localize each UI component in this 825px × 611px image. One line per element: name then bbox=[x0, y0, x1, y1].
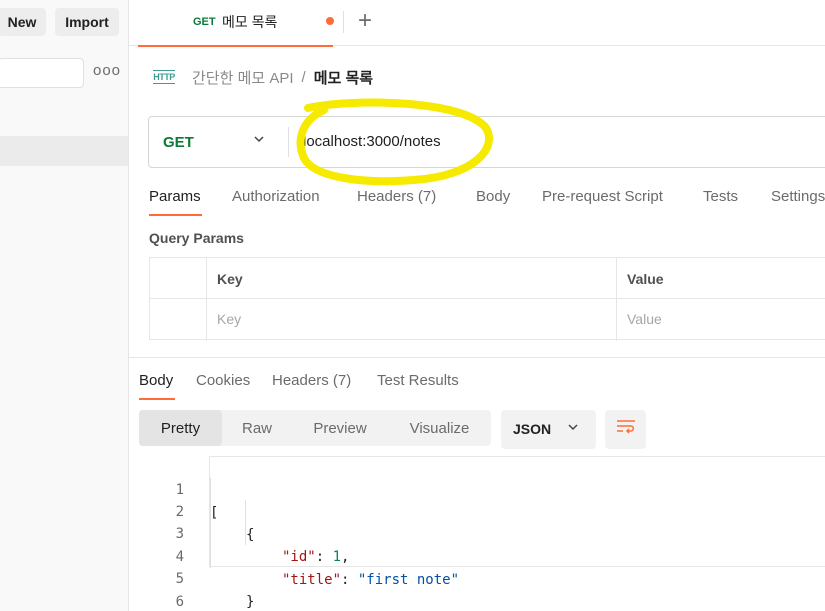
tab-tests[interactable]: Tests bbox=[703, 188, 738, 205]
chevron-down-icon bbox=[567, 421, 579, 436]
param-key-input[interactable]: Key bbox=[217, 311, 241, 327]
sidebar-selected-item[interactable] bbox=[0, 136, 128, 166]
view-mode-bar: Pretty Raw Preview Visualize bbox=[139, 410, 491, 446]
request-tab[interactable]: GET 메모 목록 bbox=[138, 0, 333, 47]
tab-params[interactable]: Params bbox=[149, 188, 201, 205]
breadcrumb-separator: / bbox=[301, 68, 306, 86]
tab-divider bbox=[343, 11, 344, 33]
code-line: 3 "id": 1, bbox=[160, 500, 350, 565]
more-options-icon[interactable]: ooo bbox=[93, 62, 121, 79]
query-params-title: Query Params bbox=[149, 230, 244, 246]
column-header-key: Key bbox=[217, 271, 243, 287]
format-label: JSON bbox=[513, 421, 552, 437]
new-button[interactable]: New bbox=[0, 8, 46, 36]
json-key: "title" bbox=[282, 572, 342, 588]
table-row: Key Value bbox=[150, 299, 825, 340]
code-text: [ bbox=[210, 505, 219, 521]
view-raw-button[interactable]: Raw bbox=[227, 410, 287, 446]
wrap-lines-icon bbox=[616, 419, 636, 440]
response-divider[interactable] bbox=[129, 357, 825, 358]
response-tab-headers[interactable]: Headers (7) bbox=[272, 372, 351, 389]
response-tab-test-results[interactable]: Test Results bbox=[377, 372, 459, 389]
add-tab-icon[interactable]: + bbox=[358, 7, 372, 35]
http-icon: HTTP bbox=[153, 70, 175, 84]
tab-headers[interactable]: Headers (7) bbox=[357, 188, 436, 205]
method-select[interactable]: GET bbox=[163, 134, 194, 151]
chevron-down-icon[interactable] bbox=[253, 133, 265, 148]
json-comma: , bbox=[341, 549, 350, 565]
code-line: 1 [ bbox=[160, 456, 219, 521]
code-text: } bbox=[246, 594, 255, 610]
line-number: 6 bbox=[175, 594, 184, 610]
breadcrumb-request-name[interactable]: 메모 목록 bbox=[314, 67, 373, 88]
wrap-lines-button[interactable] bbox=[605, 410, 646, 449]
json-value: "first note" bbox=[357, 572, 460, 588]
json-key: "id" bbox=[282, 549, 316, 565]
active-tab-indicator bbox=[149, 214, 202, 216]
param-value-input[interactable]: Value bbox=[627, 311, 662, 327]
tab-method-badge: GET bbox=[193, 16, 216, 28]
sidebar-search-input[interactable] bbox=[0, 58, 84, 88]
unsaved-dot-icon bbox=[326, 17, 334, 25]
code-text: { bbox=[246, 527, 255, 543]
tab-strip: GET 메모 목록 + bbox=[129, 0, 825, 47]
breadcrumb-collection[interactable]: 간단한 메모 API bbox=[192, 67, 294, 88]
format-select[interactable]: JSON bbox=[501, 410, 596, 449]
url-input[interactable] bbox=[303, 133, 603, 150]
tab-settings[interactable]: Settings bbox=[771, 188, 825, 205]
query-params-table: Key Value Key Value bbox=[149, 257, 825, 341]
code-line: 2 { bbox=[160, 478, 255, 543]
response-tab-body[interactable]: Body bbox=[139, 372, 173, 389]
tab-authorization[interactable]: Authorization bbox=[232, 188, 320, 205]
view-visualize-button[interactable]: Visualize bbox=[397, 410, 482, 446]
column-header-value: Value bbox=[627, 271, 664, 287]
active-tab-indicator bbox=[139, 398, 175, 400]
view-pretty-button[interactable]: Pretty bbox=[139, 410, 222, 446]
code-line: 5 } bbox=[160, 545, 255, 610]
tab-body[interactable]: Body bbox=[476, 188, 510, 205]
table-header-row: Key Value bbox=[150, 258, 825, 299]
url-bar: GET bbox=[148, 116, 825, 168]
column-divider bbox=[206, 258, 207, 341]
url-divider bbox=[288, 127, 289, 157]
breadcrumb: HTTP 간단한 메모 API / 메모 목록 bbox=[153, 66, 373, 88]
tab-label: 메모 목록 bbox=[222, 14, 278, 30]
response-tab-cookies[interactable]: Cookies bbox=[196, 372, 250, 389]
tab-pre-request-script[interactable]: Pre-request Script bbox=[542, 188, 663, 205]
import-button[interactable]: Import bbox=[55, 8, 119, 36]
json-value: 1 bbox=[332, 549, 342, 565]
column-divider bbox=[616, 258, 617, 341]
sidebar: New Import ooo bbox=[0, 0, 129, 611]
view-preview-button[interactable]: Preview bbox=[301, 410, 379, 446]
code-line: 4 "title": "first note" bbox=[160, 523, 459, 588]
code-line: 6 ] bbox=[160, 568, 194, 610]
